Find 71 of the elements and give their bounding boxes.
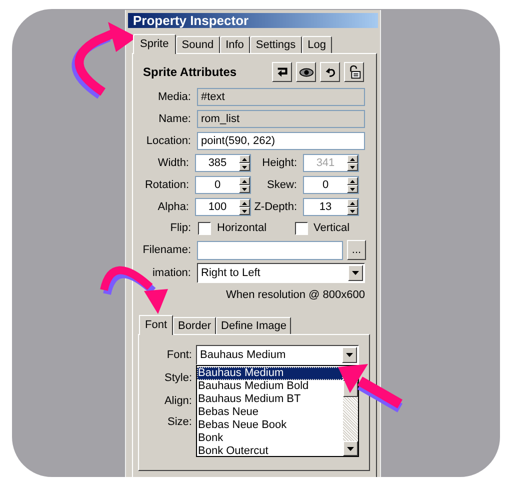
checkbox-label: Vertical (314, 220, 350, 236)
spin-field[interactable]: 100 (195, 198, 251, 216)
spin-field[interactable]: 385 (195, 154, 251, 172)
dropdown[interactable]: Bauhaus Medium (196, 345, 359, 365)
list-item[interactable]: Bauhaus Medium BT (197, 393, 343, 406)
tab[interactable]: Border (173, 317, 216, 334)
field-label: Media: (156, 90, 191, 105)
list-item[interactable]: Bauhaus Medium (197, 367, 343, 380)
tab[interactable]: Info (220, 36, 250, 53)
up-arrow-icon (350, 180, 355, 182)
list-item[interactable]: Bauhaus Medium Bold (197, 380, 343, 393)
up-arrow-icon (350, 202, 355, 204)
field-label: Filename: (142, 242, 191, 258)
caret-icon (352, 271, 359, 275)
input-field[interactable] (197, 240, 343, 260)
list-item[interactable]: Bonk (197, 432, 343, 445)
field-label: Font: (166, 348, 192, 363)
field-label: Location: (145, 134, 191, 149)
tab[interactable]: Define Image (216, 317, 292, 334)
readonly-field: #text (197, 88, 365, 106)
field-label: Align: (164, 394, 192, 409)
down-arrow-icon (350, 210, 355, 212)
tab[interactable]: Sound (176, 36, 220, 53)
section-title: Sprite Attributes (142, 64, 237, 81)
input-field[interactable]: point(590, 262) (197, 132, 365, 150)
tab[interactable]: Settings (250, 36, 302, 53)
down-arrow-icon (347, 446, 354, 450)
field-label: Width: (156, 156, 190, 171)
up-arrow-icon (350, 158, 355, 160)
up-arrow-icon (242, 202, 247, 204)
field-label: Z-Depth: (253, 200, 298, 215)
down-arrow-icon (350, 188, 355, 190)
field-label: Height: (261, 156, 298, 171)
down-arrow-icon (242, 166, 247, 168)
up-arrow-icon (242, 158, 247, 160)
up-arrow-icon (242, 180, 247, 182)
list-item[interactable]: Bonk Outercut (197, 445, 343, 458)
down-arrow-icon (242, 210, 247, 212)
tab[interactable]: Font (139, 315, 174, 335)
field-label: Style: (164, 371, 192, 386)
spin-field[interactable]: 0 (195, 176, 251, 194)
field-label: Rotation: (144, 178, 190, 193)
window-title: Property Inspector (128, 13, 378, 28)
field-label: Alpha: (156, 200, 190, 215)
list-item[interactable]: Bebas Neue Book (197, 419, 343, 432)
spin-field[interactable]: 0 (303, 176, 359, 194)
field-label: Flip: (169, 220, 191, 236)
dropdown[interactable]: Right to Left (197, 263, 365, 283)
tab[interactable]: Log (302, 36, 332, 53)
list-item[interactable]: Bebas Neue (197, 406, 343, 419)
field-label: Size: (168, 415, 192, 430)
checkbox[interactable] (294, 222, 308, 234)
down-arrow-icon (242, 188, 247, 190)
field-label: Skew: (266, 178, 298, 193)
caret-icon (346, 353, 353, 357)
browse-button[interactable]: ... (347, 240, 366, 260)
toolbar-button[interactable] (296, 62, 316, 82)
spin-field[interactable]: 13 (303, 198, 359, 216)
tab[interactable]: Sprite (133, 34, 176, 54)
checkbox-label: Horizontal (217, 220, 267, 236)
resolution-note: When resolution @ 800x600 (225, 288, 366, 302)
field-label: Name: (158, 112, 191, 127)
toolbar-button[interactable] (320, 62, 340, 82)
checkbox[interactable] (198, 222, 211, 234)
readonly-field: rom_list (197, 110, 365, 128)
toolbar-button[interactable] (344, 62, 364, 82)
annotation-arrow (338, 364, 402, 412)
field-label: imation: (151, 266, 191, 281)
toolbar-button[interactable] (272, 62, 292, 82)
scroll-down-button[interactable] (343, 441, 358, 456)
down-arrow-icon (350, 166, 355, 168)
